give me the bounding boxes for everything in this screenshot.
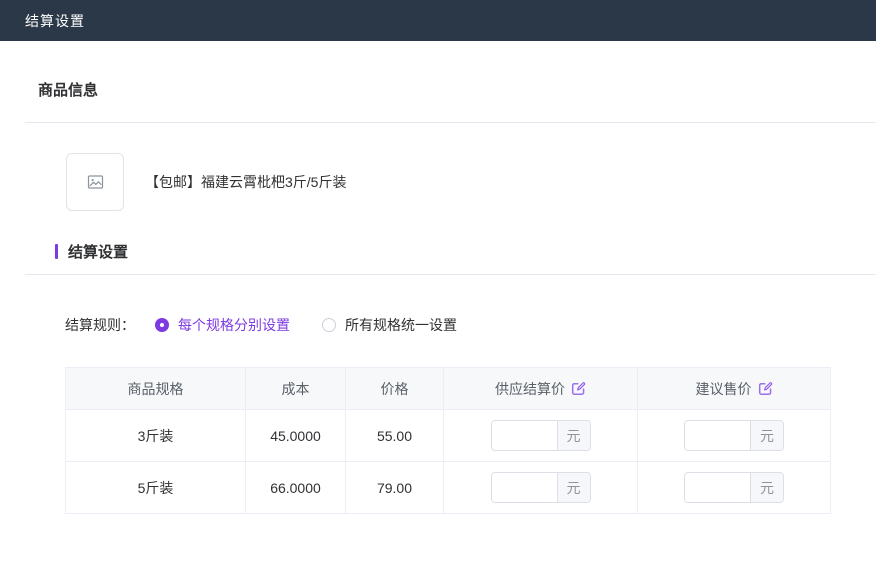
edit-icon[interactable]: [571, 381, 586, 396]
supply-price-input[interactable]: [492, 473, 557, 502]
cell-spec: 3斤装: [66, 410, 246, 462]
col-header-supply-price: 供应结算价: [444, 368, 638, 410]
radio-all-specs[interactable]: 所有规格统一设置: [322, 315, 457, 335]
main-content: 商品信息 【包邮】福建云霄枇杷3斤/5斤装 结算设置 结算规则： 每个规格分别设…: [0, 79, 876, 514]
spec-price-table: 商品规格 成本 价格 供应结算价 建议售价: [65, 367, 831, 514]
cell-price: 79.00: [346, 462, 444, 514]
divider: [25, 274, 876, 275]
col-header-cost: 成本: [246, 368, 346, 410]
edit-icon[interactable]: [758, 381, 773, 396]
settlement-rule-row: 结算规则： 每个规格分别设置 所有规格统一设置: [65, 315, 876, 335]
unit-suffix: 元: [750, 421, 783, 450]
broken-image-icon: [87, 174, 104, 190]
accent-bar: [55, 244, 58, 259]
supply-price-label: 供应结算价: [495, 379, 565, 399]
col-header-price: 价格: [346, 368, 444, 410]
radio-unselected-icon[interactable]: [322, 318, 336, 332]
supply-price-input-group: 元: [491, 472, 591, 503]
cell-supply-price: 元: [444, 462, 638, 514]
suggested-price-input[interactable]: [685, 473, 750, 502]
table-row: 3斤装 45.0000 55.00 元 元: [66, 410, 831, 462]
cell-supply-price: 元: [444, 410, 638, 462]
unit-suffix: 元: [557, 421, 590, 450]
unit-suffix: 元: [557, 473, 590, 502]
table-row: 5斤装 66.0000 79.00 元 元: [66, 462, 831, 514]
settlement-settings-heading: 结算设置: [55, 241, 876, 262]
radio-all-specs-label[interactable]: 所有规格统一设置: [345, 315, 457, 335]
product-row: 【包邮】福建云霄枇杷3斤/5斤装: [66, 153, 876, 211]
cell-cost: 45.0000: [246, 410, 346, 462]
cell-spec: 5斤装: [66, 462, 246, 514]
page-title: 结算设置: [25, 11, 85, 31]
radio-selected-icon[interactable]: [155, 318, 169, 332]
settlement-settings-title: 结算设置: [68, 241, 128, 262]
product-name: 【包邮】福建云霄枇杷3斤/5斤装: [145, 172, 346, 192]
cell-cost: 66.0000: [246, 462, 346, 514]
supply-price-input[interactable]: [492, 421, 557, 450]
settlement-rule-label: 结算规则：: [65, 315, 135, 335]
product-info-heading: 商品信息: [38, 79, 876, 100]
unit-suffix: 元: [750, 473, 783, 502]
suggested-price-input-group: 元: [684, 420, 784, 451]
divider: [25, 122, 876, 123]
cell-suggested-price: 元: [638, 410, 831, 462]
supply-price-input-group: 元: [491, 420, 591, 451]
col-header-spec: 商品规格: [66, 368, 246, 410]
radio-per-spec-label[interactable]: 每个规格分别设置: [178, 315, 290, 335]
suggested-price-input[interactable]: [685, 421, 750, 450]
cell-suggested-price: 元: [638, 462, 831, 514]
table-header-row: 商品规格 成本 价格 供应结算价 建议售价: [66, 368, 831, 410]
col-header-suggested-price: 建议售价: [638, 368, 831, 410]
radio-per-spec[interactable]: 每个规格分别设置: [155, 315, 290, 335]
product-image-placeholder: [66, 153, 124, 211]
cell-price: 55.00: [346, 410, 444, 462]
suggested-price-label: 建议售价: [696, 379, 752, 399]
top-header-bar: 结算设置: [0, 0, 876, 41]
suggested-price-input-group: 元: [684, 472, 784, 503]
